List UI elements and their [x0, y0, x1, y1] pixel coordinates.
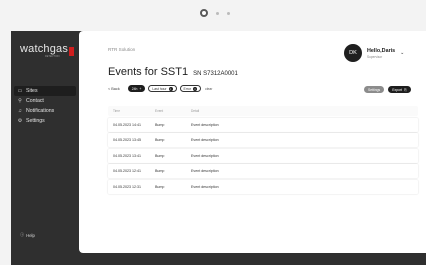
sidebar-item-label: Notifications — [26, 108, 55, 114]
filter-chip-label: Error — [183, 86, 192, 91]
user-role: Supervisor — [367, 54, 383, 59]
page-indicator — [200, 9, 230, 17]
help-icon: ⓘ — [20, 232, 25, 237]
cell-event: Bump — [155, 153, 165, 158]
bell-icon: ♫ — [18, 108, 22, 114]
table-row[interactable]: 04.05.2023 12:41 Bump Event description — [108, 164, 418, 178]
cell-time: 04.05.2023 13:45 — [113, 138, 141, 142]
table-row[interactable]: 04.05.2023 13:41 Bump Event description — [108, 148, 418, 163]
toolbar-actions: Settings Export ⎘ — [364, 86, 411, 93]
filter-chip-label: Last hour — [152, 86, 167, 91]
cell-detail: Event description — [191, 138, 219, 142]
user-info: Hello,Daris Supervisor — [367, 48, 395, 59]
brand-logo: watchgas — [20, 43, 69, 55]
column-header-time[interactable]: Time — [108, 109, 155, 113]
organization-name: RTR Solution — [108, 47, 136, 52]
cell-time: 04.05.2023 14:41 — [113, 122, 141, 127]
main-panel: RTR Solution DK Hello,Daris Supervisor ⌄… — [79, 31, 426, 253]
user-menu[interactable]: DK Hello,Daris Supervisor ⌄ — [344, 44, 404, 62]
sidebar-item-settings[interactable]: ⚙ Settings — [11, 116, 79, 126]
back-link[interactable]: < Back — [108, 87, 120, 91]
column-header-detail[interactable]: Detail — [191, 109, 418, 113]
export-button[interactable]: Export ⎘ — [388, 86, 411, 93]
table-row[interactable]: 04.05.2023 14:41 Bump Event description — [108, 117, 418, 132]
export-button-label: Export — [392, 87, 403, 92]
cell-event: Bump — [155, 184, 165, 189]
sidebar-item-sites[interactable]: ▭ Sites — [14, 86, 76, 96]
sidebar-item-label: Sites — [26, 88, 38, 94]
cell-time: 04.05.2023 13:41 — [113, 153, 141, 158]
table-header: Time Event Detail — [108, 106, 418, 116]
brand-logo-subtitle: DETECTION — [45, 55, 60, 58]
help-link[interactable]: ⓘ Help — [20, 232, 35, 238]
sidebar-item-label: Contact — [26, 98, 44, 104]
table-row[interactable]: 04.05.2023 12:31 Bump Event description — [108, 179, 418, 194]
gear-icon: ⚙ — [17, 118, 23, 124]
person-icon: ⚲ — [18, 98, 22, 104]
clear-filters-link[interactable]: clear — [205, 87, 212, 91]
avatar: DK — [344, 44, 362, 62]
table-row[interactable]: 04.05.2023 13:45 Bump Event description — [108, 133, 418, 147]
brand-logo-mark — [69, 47, 74, 56]
plus-icon: + — [139, 86, 142, 91]
cell-detail: Event description — [191, 184, 219, 189]
events-table: Time Event Detail 04.05.2023 14:41 Bump … — [108, 106, 418, 194]
sidebar: watchgas DETECTION ▭ Sites ⚲ Contact ♫ N… — [11, 31, 79, 255]
device-top-bar — [0, 0, 426, 32]
help-label: Help — [26, 232, 35, 238]
settings-button[interactable]: Settings — [364, 86, 385, 93]
device-bezel-bottom — [11, 255, 426, 265]
building-icon: ▭ — [17, 88, 23, 94]
user-name: Hello,Daris — [367, 47, 396, 54]
cell-event: Bump — [155, 122, 165, 127]
filter-chip-last-hour[interactable]: Last hour × — [148, 85, 177, 92]
export-icon: ⎘ — [404, 87, 407, 92]
sidebar-item-contact[interactable]: ⚲ Contact — [11, 96, 79, 106]
page-dot[interactable] — [216, 11, 219, 15]
filter-chip-error[interactable]: Error × — [179, 85, 202, 92]
filter-bar: < Back 24h + Last hour × Error × clear — [108, 85, 212, 92]
cell-event: Bump — [155, 138, 165, 142]
sidebar-item-notifications[interactable]: ♫ Notifications — [11, 106, 79, 116]
cell-event: Bump — [155, 169, 165, 173]
cell-detail: Event description — [191, 153, 219, 158]
close-icon[interactable]: × — [168, 86, 173, 91]
page-dot[interactable] — [227, 11, 230, 15]
column-header-event[interactable]: Event — [155, 109, 191, 113]
cell-time: 04.05.2023 12:31 — [113, 184, 141, 189]
chevron-down-icon[interactable]: ⌄ — [400, 50, 404, 56]
sidebar-item-label: Settings — [26, 118, 45, 124]
serial-number: SN S7312A0001 — [193, 71, 238, 77]
sidebar-nav: ▭ Sites ⚲ Contact ♫ Notifications ⚙ Sett… — [11, 86, 79, 126]
close-icon[interactable]: × — [193, 86, 198, 91]
cell-detail: Event description — [191, 122, 219, 127]
cell-detail: Event description — [191, 169, 219, 173]
page-title-text: Events for SST1 — [108, 66, 189, 78]
filter-chip-24h[interactable]: 24h + — [127, 85, 146, 92]
app-window: watchgas DETECTION ▭ Sites ⚲ Contact ♫ N… — [11, 31, 426, 265]
filter-chip-label: 24h — [131, 86, 138, 91]
cell-time: 04.05.2023 12:41 — [113, 169, 141, 173]
page-dot-active[interactable] — [200, 9, 208, 17]
page-title: Events for SST1 SN S7312A0001 — [108, 66, 238, 78]
